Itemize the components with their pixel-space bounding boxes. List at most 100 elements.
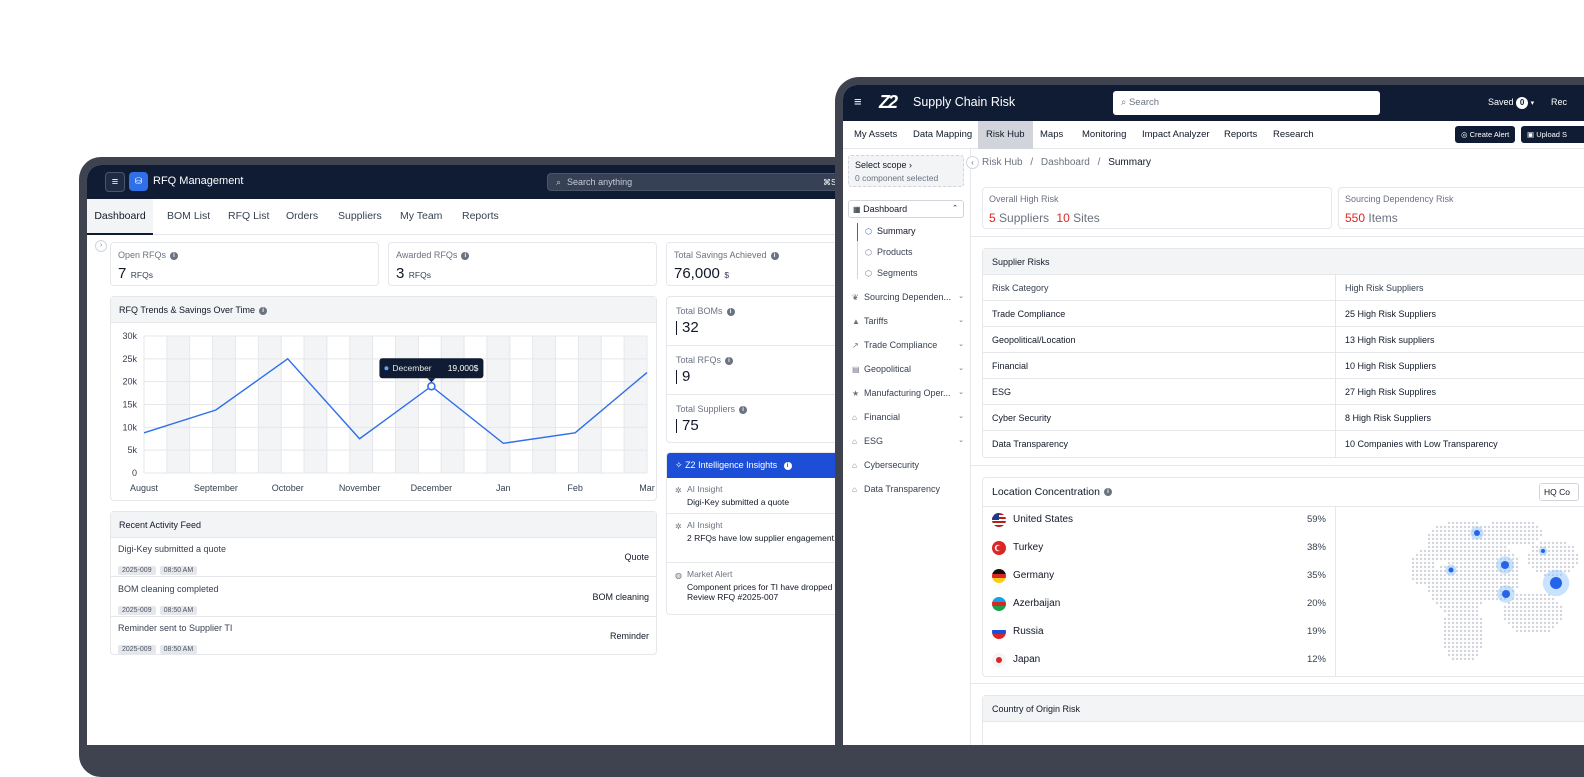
sidebar-item-data-transparency[interactable]: ⌂ Data Transparency: [852, 479, 964, 499]
tab-reports[interactable]: Reports: [1224, 121, 1257, 149]
sidebar-subitem-products[interactable]: ⬡ Products: [865, 243, 913, 261]
info-icon[interactable]: i: [726, 307, 735, 316]
menu-icon[interactable]: ≡: [105, 172, 125, 192]
activity-item[interactable]: BOM cleaning completed 2025-009 08:50 AM …: [111, 578, 656, 617]
map-dot: [1535, 601, 1539, 605]
select-scope[interactable]: Select scope › 0 component selected: [848, 155, 964, 187]
info-icon[interactable]: i: [725, 356, 734, 365]
map-dot: [1479, 585, 1483, 589]
map-dot: [1463, 533, 1467, 537]
overall-high-risk-card[interactable]: Overall High Risk 5 Suppliers 10 Sites: [982, 187, 1332, 229]
tab-reports[interactable]: Reports: [462, 199, 499, 235]
table-row[interactable]: ESG 27 High Risk Supplires: [983, 379, 1584, 405]
info-icon[interactable]: i: [170, 251, 179, 260]
hotspot-marker[interactable]: [1550, 577, 1562, 589]
map-dot: [1459, 597, 1463, 601]
map-dot: [1555, 601, 1559, 605]
map-dot: [1523, 613, 1527, 617]
sourcing-dependency-card[interactable]: Sourcing Dependency Risk 550 Items: [1338, 187, 1584, 229]
sidebar-subitem-segments[interactable]: ⬡ Segments: [865, 264, 918, 282]
hotspot-marker[interactable]: [1501, 561, 1509, 569]
list-item[interactable]: United States 59%: [983, 506, 1335, 534]
info-icon[interactable]: i: [783, 461, 792, 470]
info-icon[interactable]: i: [461, 251, 470, 260]
map-dot: [1475, 565, 1479, 569]
tab-dashboard[interactable]: Dashboard: [87, 199, 153, 235]
breadcrumb-risk-hub[interactable]: Risk Hub: [982, 157, 1023, 168]
map-dot: [1535, 525, 1539, 529]
list-item[interactable]: Azerbaijan 20%: [983, 590, 1335, 618]
create-alert-button[interactable]: ◎ Create Alert: [1455, 126, 1516, 143]
search-input[interactable]: ⌕ Search anything ⌘S: [547, 173, 879, 191]
table-row[interactable]: Data Transparency 10 Companies with Low T…: [983, 431, 1584, 457]
collapse-sidebar-icon[interactable]: ‹: [966, 156, 979, 169]
info-icon[interactable]: i: [770, 251, 779, 260]
list-item[interactable]: Japan 12%: [983, 646, 1335, 674]
tab-my-assets[interactable]: My Assets: [854, 121, 897, 149]
x-tick-label: October: [272, 483, 304, 493]
upload-button[interactable]: ▣ Upload S: [1521, 126, 1584, 143]
expand-sidebar-icon[interactable]: ›: [95, 240, 107, 252]
sidebar-item-dashboard[interactable]: ▦ Dashboard ⌃: [848, 200, 964, 218]
breadcrumb-dashboard[interactable]: Dashboard: [1041, 157, 1090, 168]
highlight-point: [427, 381, 436, 391]
hotspot-marker[interactable]: [1541, 549, 1545, 553]
tab-data-mapping[interactable]: Data Mapping: [913, 121, 972, 149]
map-dot: [1507, 529, 1511, 533]
tab-my-team[interactable]: My Team: [400, 199, 442, 235]
sidebar-item-trade-compliance[interactable]: ↗ Trade Compliance ⌄: [852, 335, 964, 355]
activity-item[interactable]: Reminder sent to Supplier TI 2025-009 08:…: [111, 617, 656, 656]
map-dot: [1479, 637, 1483, 641]
map-dot: [1435, 593, 1439, 597]
map-dot: [1479, 581, 1483, 585]
map-dot: [1555, 621, 1559, 625]
hotspot-marker[interactable]: [1474, 530, 1480, 536]
hotspot-marker[interactable]: [1502, 590, 1510, 598]
hotspot-marker[interactable]: [1448, 567, 1454, 573]
map-dot: [1535, 609, 1539, 613]
tab-research[interactable]: Research: [1273, 121, 1314, 149]
info-icon[interactable]: i: [739, 405, 748, 414]
table-row[interactable]: Cyber Security 8 High Risk Suppliers: [983, 405, 1584, 431]
tab-impact-analyzer[interactable]: Impact Analyzer: [1142, 121, 1210, 149]
sidebar-item-geopolitical[interactable]: ▤ Geopolitical ⌄: [852, 359, 964, 379]
tab-orders[interactable]: Orders: [286, 199, 318, 235]
saved-menu[interactable]: Saved 0 ▾: [1488, 97, 1534, 109]
table-row[interactable]: Geopolitical/Location 13 High Risk suppli…: [983, 327, 1584, 353]
search-input[interactable]: ⌕ Search: [1113, 91, 1380, 115]
awarded-rfqs-card: Awarded RFQs i 3 RFQs: [388, 242, 657, 286]
table-row[interactable]: Trade Compliance 25 High Risk Suppliers: [983, 301, 1584, 327]
sidebar-item-label: Trade Compliance: [864, 340, 938, 350]
list-item[interactable]: Russia 19%: [983, 618, 1335, 646]
map-dot: [1463, 561, 1467, 565]
tab-suppliers[interactable]: Suppliers: [338, 199, 382, 235]
map-dot: [1511, 617, 1515, 621]
sidebar-item-tariffs[interactable]: ▲ Tariffs ⌄: [852, 311, 964, 331]
menu-icon[interactable]: ≡: [854, 94, 862, 110]
map-dot: [1491, 565, 1495, 569]
activity-time: 08:50 AM: [159, 606, 198, 615]
map-dot: [1435, 585, 1439, 589]
recent-menu[interactable]: Rec: [1551, 97, 1567, 107]
map-dot: [1483, 597, 1487, 601]
info-icon[interactable]: i: [1104, 488, 1112, 497]
sidebar-item-cybersecurity[interactable]: ⌂ Cybersecurity: [852, 455, 964, 475]
tab-rfq-list[interactable]: RFQ List: [228, 199, 269, 235]
map-dot: [1467, 653, 1471, 657]
map-dot: [1559, 561, 1563, 565]
sidebar-item-esg[interactable]: ⌂ ESG ⌄: [852, 431, 964, 451]
tab-maps[interactable]: Maps: [1040, 121, 1063, 149]
table-row[interactable]: Financial 10 High Risk Suppliers: [983, 353, 1584, 379]
sidebar-item-financial[interactable]: ⌂ Financial ⌄: [852, 407, 964, 427]
tab-bom-list[interactable]: BOM List: [167, 199, 210, 235]
list-item[interactable]: Germany 35%: [983, 562, 1335, 590]
activity-item[interactable]: Digi-Key submitted a quote 2025-009 08:50…: [111, 538, 656, 577]
sidebar-item-manufacturing[interactable]: ★ Manufacturing Oper... ⌄: [852, 383, 964, 403]
tab-risk-hub[interactable]: Risk Hub: [978, 121, 1033, 149]
list-item[interactable]: Turkey 38%: [983, 534, 1335, 562]
sidebar-item-sourcing[interactable]: ❦ Sourcing Dependen... ⌄: [852, 287, 964, 307]
tab-monitoring[interactable]: Monitoring: [1082, 121, 1126, 149]
hq-dropdown[interactable]: HQ Co: [1539, 483, 1579, 501]
sidebar-subitem-summary[interactable]: ⬡ Summary: [865, 222, 916, 240]
info-icon[interactable]: i: [259, 306, 268, 315]
